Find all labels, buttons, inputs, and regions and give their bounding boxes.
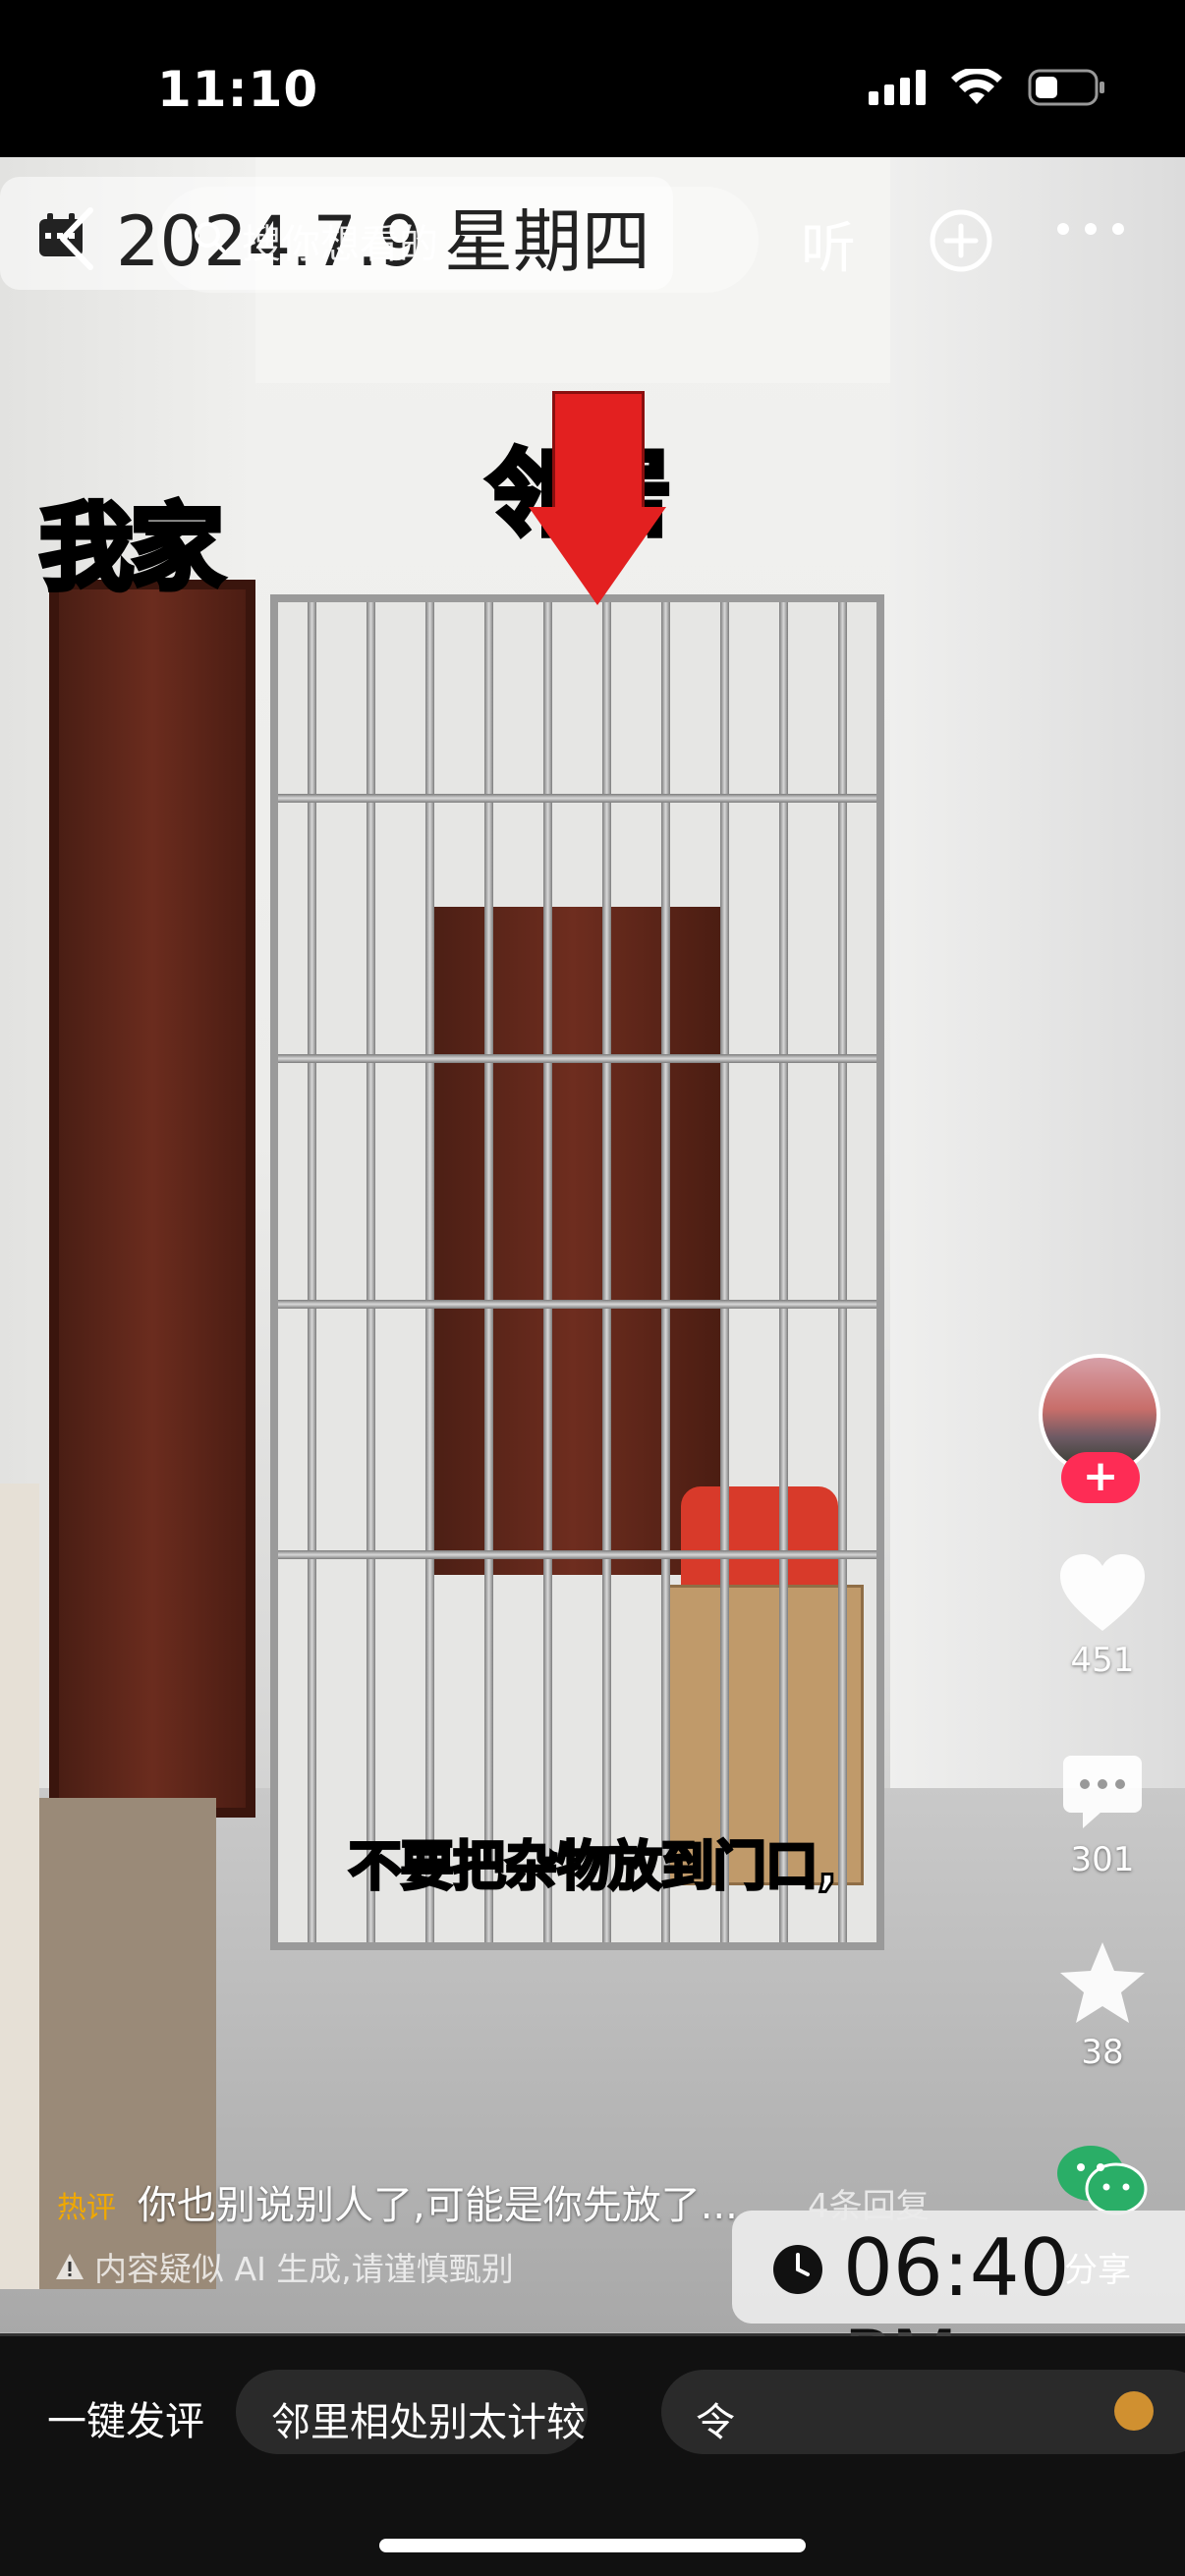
warning-icon — [56, 2254, 84, 2279]
wifi-icon — [951, 69, 1002, 104]
home-indicator[interactable] — [379, 2539, 806, 2552]
battery-icon — [1028, 69, 1104, 106]
star-icon — [1060, 1942, 1145, 2023]
quick-comment-label[interactable]: 一键发评 — [47, 2389, 204, 2446]
hot-comment-tag: 热评 — [57, 2191, 116, 2225]
gate-bar — [661, 602, 670, 1942]
gate-crossbar — [278, 1550, 876, 1559]
share-label[interactable]: 分享 — [1064, 2243, 1131, 2291]
favorite-button[interactable]: 38 — [1042, 1940, 1163, 2072]
search-placeholder[interactable]: 搜你想看的 — [242, 212, 438, 269]
back-icon[interactable] — [57, 206, 96, 271]
ai-notice-text: 内容疑似 AI 生成,请谨慎甄别 — [94, 2250, 514, 2288]
suggestion-chip-label[interactable]: 邻里相处别太计较 — [271, 2390, 586, 2447]
comment-count: 301 — [1070, 1840, 1135, 1879]
add-icon[interactable] — [929, 208, 993, 273]
gate-crossbar — [278, 1054, 876, 1063]
gate-bar — [779, 602, 788, 1942]
more-icon[interactable] — [1056, 222, 1125, 236]
search-icon — [195, 222, 227, 254]
gate-bar — [425, 602, 434, 1942]
cellular-signal-icon — [869, 70, 926, 105]
video-subtitle: 不要把杂物放到门口, — [347, 1834, 839, 1899]
wechat-icon — [1057, 2146, 1148, 2215]
my-door — [49, 580, 255, 1818]
like-button[interactable]: 451 — [1042, 1552, 1163, 1680]
neighbor-door — [425, 907, 720, 1575]
gate-bar — [602, 602, 611, 1942]
gate-crossbar — [278, 1300, 876, 1309]
ai-notice: 内容疑似 AI 生成,请谨慎甄别 — [55, 2243, 514, 2290]
suggestion-chip[interactable] — [661, 2370, 1185, 2454]
comment-icon — [1063, 1756, 1142, 1828]
like-count: 451 — [1070, 1641, 1135, 1680]
gate-bar — [543, 602, 552, 1942]
status-icons — [869, 69, 1106, 106]
hot-comment-text[interactable]: 你也别说别人了,可能是你先放了... — [138, 2173, 738, 2230]
gate-bar — [838, 602, 847, 1942]
follow-button[interactable]: + — [1061, 1452, 1140, 1503]
gate-bar — [308, 602, 316, 1942]
suggestion-chip-label[interactable]: 令 — [696, 2390, 735, 2447]
status-bar: 11:10 — [0, 0, 1185, 157]
favorite-count: 38 — [1081, 2033, 1124, 2072]
gate-bar — [367, 602, 375, 1942]
comment-button[interactable]: 301 — [1042, 1754, 1163, 1879]
label-my-home: 我家 — [37, 491, 227, 606]
gate-bar — [484, 602, 493, 1942]
gate-crossbar — [278, 794, 876, 803]
heart-icon — [1060, 1554, 1145, 1631]
status-time: 11:10 — [157, 61, 319, 118]
steel-gate — [270, 594, 884, 1950]
clock-icon — [773, 2245, 822, 2294]
listen-button[interactable]: 听 — [801, 204, 856, 284]
gate-bar — [720, 602, 729, 1942]
emoji-icon[interactable] — [1114, 2391, 1154, 2431]
